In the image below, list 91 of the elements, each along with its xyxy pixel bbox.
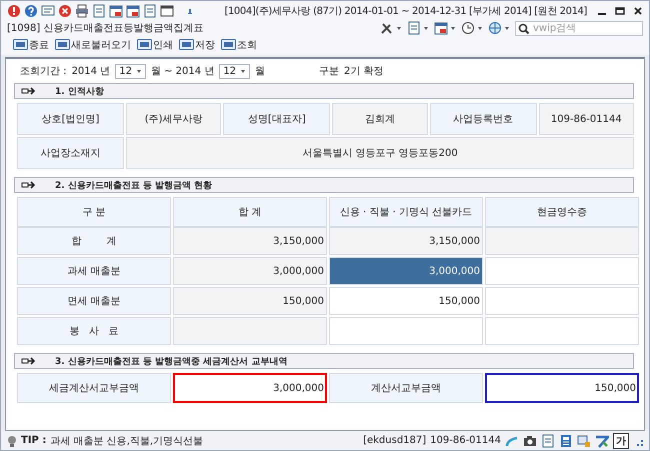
section-title: 3. 신용카드매출전표 등 발행금액중 세금계산서 교부내역 bbox=[55, 356, 288, 368]
printer-icon[interactable] bbox=[75, 4, 89, 18]
swoosh-icon[interactable] bbox=[595, 434, 609, 448]
document-icon[interactable] bbox=[92, 4, 106, 18]
user-id: [ekdusd187] bbox=[363, 435, 426, 446]
calculator-icon[interactable] bbox=[559, 434, 573, 448]
input-cell[interactable] bbox=[329, 317, 483, 345]
key-icon bbox=[179, 38, 194, 51]
input-cell[interactable] bbox=[485, 317, 639, 345]
maximize-icon[interactable] bbox=[615, 6, 625, 16]
table-cell: 김회계 bbox=[332, 103, 428, 135]
document-icon[interactable] bbox=[407, 21, 421, 35]
table-cell: 109-86-01144 bbox=[538, 103, 634, 135]
label-cell: 성명[대표자] bbox=[223, 103, 330, 135]
pin-icon[interactable] bbox=[187, 6, 193, 14]
caret-icon[interactable] bbox=[423, 26, 429, 30]
key-icon bbox=[13, 38, 28, 51]
table-cell: 3,000,000 bbox=[173, 257, 327, 285]
table-cell: (주)세무사랑 bbox=[126, 103, 222, 135]
input-cell[interactable]: 150,000 bbox=[329, 287, 483, 315]
table-cell: 3,150,000 bbox=[173, 227, 327, 255]
tip-label: TIP : bbox=[21, 435, 46, 446]
arrow-icon bbox=[21, 87, 35, 95]
toolbar-button[interactable]: 새로불러오기 bbox=[55, 38, 131, 52]
filter-label: 2014 년 bbox=[72, 65, 110, 78]
globe-icon[interactable] bbox=[488, 21, 502, 35]
filter-label: 2기 확정 bbox=[344, 65, 384, 78]
caret-icon[interactable] bbox=[504, 26, 510, 30]
caret-icon[interactable] bbox=[396, 26, 402, 30]
section-title: 2. 신용카드매출전표 등 발행금액 현황 bbox=[55, 180, 212, 192]
window-icon[interactable] bbox=[160, 4, 174, 18]
month-select[interactable]: 12 bbox=[115, 64, 146, 78]
clock-icon[interactable] bbox=[461, 21, 475, 35]
filter-label: 월 ~ 2014 년 bbox=[150, 65, 214, 78]
window-title: [1004](주)세무사랑 (87기) 2014-01-01 ~ 2014-12-31 [부가세 2014] [원천 2014] bbox=[224, 4, 587, 18]
label-cell: 계산서교부금액 bbox=[329, 373, 483, 403]
toolbar-button[interactable]: 저장 bbox=[179, 38, 215, 52]
search-icon bbox=[518, 22, 530, 34]
alert-icon[interactable] bbox=[7, 4, 21, 18]
label-cell: 상호[법인명] bbox=[17, 103, 124, 135]
arrow-icon bbox=[21, 181, 35, 189]
table-cell: 서울특별시 영등포구 영등포동200 bbox=[126, 137, 634, 169]
label-cell: 세금계산서교부금액 bbox=[17, 373, 171, 403]
filter-label: 구분 bbox=[319, 65, 340, 78]
ime-indicator[interactable]: 가 bbox=[613, 432, 629, 448]
toolbar-button[interactable]: 인쇄 bbox=[137, 38, 173, 52]
label-cell: 면세 매출분 bbox=[17, 287, 171, 315]
filter-label: 조회기간 : bbox=[20, 65, 67, 78]
table-cell: 3,150,000 bbox=[329, 227, 483, 255]
calendar-icon[interactable] bbox=[126, 4, 140, 18]
table-cell: 150,000 bbox=[173, 287, 327, 315]
label-cell: 봉 사 료 bbox=[17, 317, 171, 345]
key-icon bbox=[55, 38, 70, 51]
memo-icon[interactable] bbox=[41, 4, 55, 18]
label-cell: 사업등록번호 bbox=[430, 103, 537, 135]
toolbar-button[interactable]: 조회 bbox=[221, 38, 257, 52]
label-cell: 합 계 bbox=[17, 227, 171, 255]
business-number: 109-86-01144 bbox=[430, 435, 501, 446]
close-icon[interactable] bbox=[633, 6, 643, 16]
toolbar-button[interactable]: 종료 bbox=[13, 38, 49, 52]
caret-icon bbox=[240, 68, 246, 74]
tip-text: 과세 매출분 신용,직불,기명식선불 bbox=[50, 434, 204, 448]
arrow-icon bbox=[21, 357, 35, 365]
document-icon[interactable] bbox=[541, 434, 555, 448]
document-icon[interactable] bbox=[143, 4, 157, 18]
input-cell[interactable]: 3,000,000 bbox=[173, 373, 327, 403]
key-icon bbox=[221, 38, 236, 51]
input-cell[interactable]: 3,000,000 bbox=[329, 257, 483, 285]
month-select[interactable]: 12 bbox=[219, 64, 250, 78]
help-icon[interactable] bbox=[24, 4, 38, 18]
section-title: 1. 인적사항 bbox=[55, 86, 104, 98]
form-title: [1098] 신용카드매출전표등발행금액집계표 bbox=[7, 22, 204, 35]
calendar-icon[interactable] bbox=[109, 4, 123, 18]
bulb-icon bbox=[7, 434, 17, 446]
caret-icon[interactable] bbox=[450, 26, 456, 30]
label-cell: 사업장소재지 bbox=[17, 137, 124, 169]
caret-icon[interactable] bbox=[477, 26, 483, 30]
search-field[interactable]: vwip검색 bbox=[515, 20, 643, 36]
camera-icon[interactable] bbox=[523, 434, 537, 448]
column-header: 구 분 bbox=[17, 197, 171, 227]
input-cell[interactable]: 150,000 bbox=[485, 373, 639, 403]
column-header: 현금영수증 bbox=[485, 197, 639, 227]
label-cell: 과세 매출분 bbox=[17, 257, 171, 285]
key-icon bbox=[137, 38, 152, 51]
filter-label: 월 bbox=[255, 65, 266, 78]
caret-icon bbox=[136, 68, 142, 74]
column-header: 신용 · 직불 · 기명식 선불카드 bbox=[329, 197, 483, 227]
calendar-icon[interactable] bbox=[434, 21, 448, 35]
input-cell[interactable] bbox=[485, 287, 639, 315]
column-header: 합 계 bbox=[173, 197, 327, 227]
input-cell[interactable] bbox=[485, 257, 639, 285]
